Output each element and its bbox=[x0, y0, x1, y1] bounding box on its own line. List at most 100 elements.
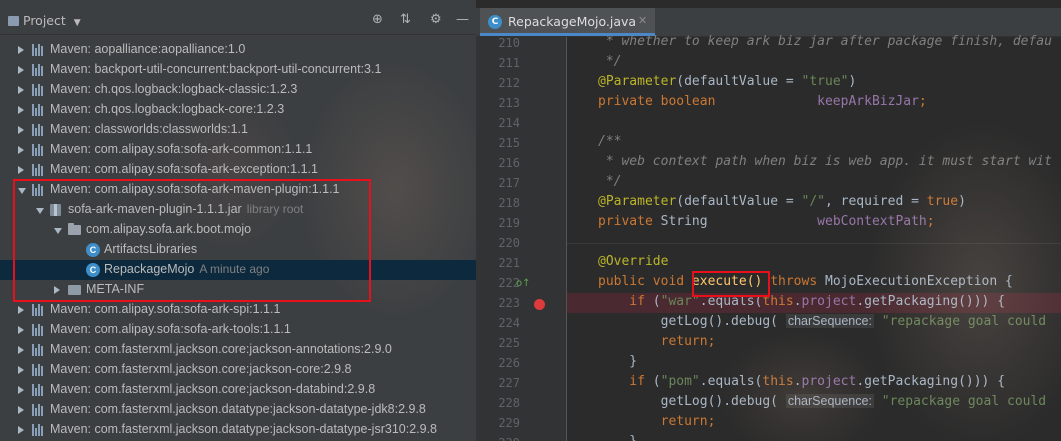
override-marker-icon[interactable]: o↑ bbox=[516, 278, 531, 289]
code-line[interactable]: } bbox=[598, 354, 637, 374]
tree-item[interactable]: Maven: aopalliance:aopalliance:1.0 bbox=[0, 40, 476, 60]
code-token: ; bbox=[707, 414, 716, 429]
collapse-arrow-icon[interactable] bbox=[18, 366, 24, 374]
code-line[interactable]: } bbox=[598, 434, 637, 441]
close-icon[interactable]: ✕ bbox=[638, 14, 647, 27]
code-line[interactable]: */ bbox=[598, 174, 622, 194]
tree-item-label: META-INF bbox=[86, 282, 145, 296]
tree-item[interactable]: Maven: com.fasterxml.jackson.datatype:ja… bbox=[0, 420, 476, 440]
collapse-arrow-icon[interactable] bbox=[18, 346, 24, 354]
library-icon bbox=[32, 44, 44, 56]
code-line[interactable]: */ bbox=[598, 54, 622, 74]
code-token: "repackage goal could bbox=[881, 314, 1047, 329]
line-number: 229 bbox=[498, 416, 520, 430]
line-number: 221 bbox=[498, 256, 520, 270]
code-token: .getPackaging())) { bbox=[856, 374, 1006, 389]
collapse-arrow-icon[interactable] bbox=[18, 166, 24, 174]
tree-item[interactable]: sofa-ark-maven-plugin-1.1.1.jar library r… bbox=[0, 200, 476, 220]
minimize-icon[interactable]: — bbox=[456, 12, 469, 27]
library-icon bbox=[32, 144, 44, 156]
tree-item[interactable]: Maven: com.fasterxml.jackson.core:jackso… bbox=[0, 380, 476, 400]
collapse-arrow-icon[interactable] bbox=[18, 386, 24, 394]
library-icon bbox=[32, 404, 44, 416]
collapse-arrow-icon[interactable] bbox=[18, 86, 24, 94]
tree-item-label: com.alipay.sofa.ark.boot.mojo bbox=[86, 222, 252, 236]
line-number: 216 bbox=[498, 156, 520, 170]
tree-item-label: sofa-ark-maven-plugin-1.1.1.jar bbox=[68, 202, 242, 216]
tree-item[interactable]: Maven: com.alipay.sofa:sofa-ark-maven-pl… bbox=[0, 180, 476, 200]
code-token: this bbox=[762, 374, 794, 389]
code-token: return bbox=[598, 334, 708, 349]
code-token: keepArkBizJar bbox=[817, 94, 919, 109]
tree-item[interactable]: C RepackageMojo A minute ago bbox=[0, 260, 476, 280]
tree-item[interactable]: Maven: com.fasterxml.jackson.core:jackso… bbox=[0, 360, 476, 380]
tree-item[interactable]: Maven: com.fasterxml.jackson.core:jackso… bbox=[0, 340, 476, 360]
code-token: (defaultValue = bbox=[676, 74, 802, 89]
code-line[interactable]: getLog().debug( charSequence: "repackage… bbox=[598, 314, 1046, 334]
expand-arrow-icon[interactable] bbox=[18, 188, 26, 194]
collapse-arrow-icon[interactable] bbox=[18, 406, 24, 414]
collapse-arrow-icon[interactable] bbox=[18, 326, 24, 334]
collapse-arrow-icon[interactable] bbox=[18, 306, 24, 314]
code-line[interactable]: @Parameter(defaultValue = "true") bbox=[598, 74, 856, 94]
collapse-arrow-icon[interactable] bbox=[18, 426, 24, 434]
tree-item[interactable]: C ArtifactsLibraries bbox=[0, 240, 476, 260]
tree-item-hint: library root bbox=[246, 202, 304, 216]
code-token: . bbox=[793, 294, 802, 309]
code-line[interactable]: return; bbox=[598, 334, 716, 354]
code-token: throws bbox=[762, 274, 825, 289]
line-gutter: 210 211 212 213 214 215 216 217 218 219 220 221 222 2… bbox=[476, 36, 567, 441]
tree-item[interactable]: META-INF bbox=[0, 280, 476, 300]
project-title: Project bbox=[23, 13, 66, 28]
collapse-arrow-icon[interactable] bbox=[18, 66, 24, 74]
tab-repackagemojo[interactable]: C RepackageMojo.java ✕ bbox=[480, 8, 655, 36]
expand-arrow-icon[interactable] bbox=[54, 228, 62, 234]
collapse-arrow-icon[interactable] bbox=[54, 286, 60, 294]
code-token: * web context path when biz is web app. … bbox=[598, 154, 1052, 169]
code-line[interactable]: if ("war".equals(this.project.getPackagi… bbox=[598, 294, 1005, 314]
code-line[interactable]: if ("pom".equals(this.project.getPackagi… bbox=[598, 374, 1005, 394]
tree-item[interactable]: Maven: com.fasterxml.jackson.datatype:ja… bbox=[0, 400, 476, 420]
code-line[interactable]: private boolean keepArkBizJar; bbox=[598, 94, 927, 114]
code-line[interactable]: return; bbox=[598, 414, 716, 434]
tree-item[interactable]: Maven: backport-util-concurrent:backport… bbox=[0, 60, 476, 80]
code-line[interactable]: getLog().debug( charSequence: "repackage… bbox=[598, 394, 1046, 414]
code-line[interactable]: @Parameter(defaultValue = "/", required … bbox=[598, 194, 966, 214]
breakpoint-icon[interactable] bbox=[534, 299, 545, 310]
tree-item[interactable]: Maven: ch.qos.logback:logback-core:1.2.3 bbox=[0, 100, 476, 120]
tree-item[interactable]: com.alipay.sofa.ark.boot.mojo bbox=[0, 220, 476, 240]
line-number: 219 bbox=[498, 216, 520, 230]
expand-arrow-icon[interactable] bbox=[36, 208, 44, 214]
library-icon bbox=[32, 64, 44, 76]
code-token: if bbox=[598, 294, 653, 309]
code-line[interactable]: * web context path when biz is web app. … bbox=[598, 154, 1052, 174]
project-view-selector[interactable]: Project ▼ bbox=[8, 13, 81, 28]
code-line[interactable]: public void execute() throws MojoExecuti… bbox=[598, 274, 1013, 294]
code-line[interactable]: /** bbox=[598, 134, 621, 154]
class-icon: C bbox=[86, 243, 100, 257]
code-line[interactable]: private String webContextPath; bbox=[598, 214, 935, 234]
tree-item[interactable]: Maven: com.alipay.sofa:sofa-ark-exceptio… bbox=[0, 160, 476, 180]
code-token: . bbox=[793, 374, 802, 389]
tree-item[interactable]: Maven: com.alipay.sofa:sofa-ark-common:1… bbox=[0, 140, 476, 160]
line-number: 215 bbox=[498, 136, 520, 150]
gear-icon[interactable]: ⚙ bbox=[430, 12, 442, 27]
code-line[interactable]: * whether to keep ark biz jar after pack… bbox=[598, 34, 1052, 54]
tree-item[interactable]: Maven: com.alipay.sofa:sofa-ark-spi:1.1.… bbox=[0, 300, 476, 320]
collapse-arrow-icon[interactable] bbox=[18, 146, 24, 154]
collapse-arrow-icon[interactable] bbox=[18, 46, 24, 54]
code-token: project bbox=[801, 374, 857, 389]
collapse-icon[interactable]: ⇅ bbox=[400, 12, 411, 27]
tree-item[interactable]: Maven: ch.qos.logback:logback-classic:1.… bbox=[0, 80, 476, 100]
crosshair-icon[interactable]: ⊕ bbox=[372, 12, 383, 27]
tree-item[interactable]: Maven: classworlds:classworlds:1.1 bbox=[0, 120, 476, 140]
tree-item[interactable]: Maven: com.alipay.sofa:sofa-ark-tools:1.… bbox=[0, 320, 476, 340]
collapse-arrow-icon[interactable] bbox=[18, 106, 24, 114]
library-icon bbox=[32, 384, 44, 396]
code-token: getLog().debug( bbox=[598, 314, 786, 329]
code-line[interactable]: @Override bbox=[598, 254, 668, 274]
tree-item-label: Maven: classworlds:classworlds:1.1 bbox=[50, 122, 248, 136]
collapse-arrow-icon[interactable] bbox=[18, 126, 24, 134]
